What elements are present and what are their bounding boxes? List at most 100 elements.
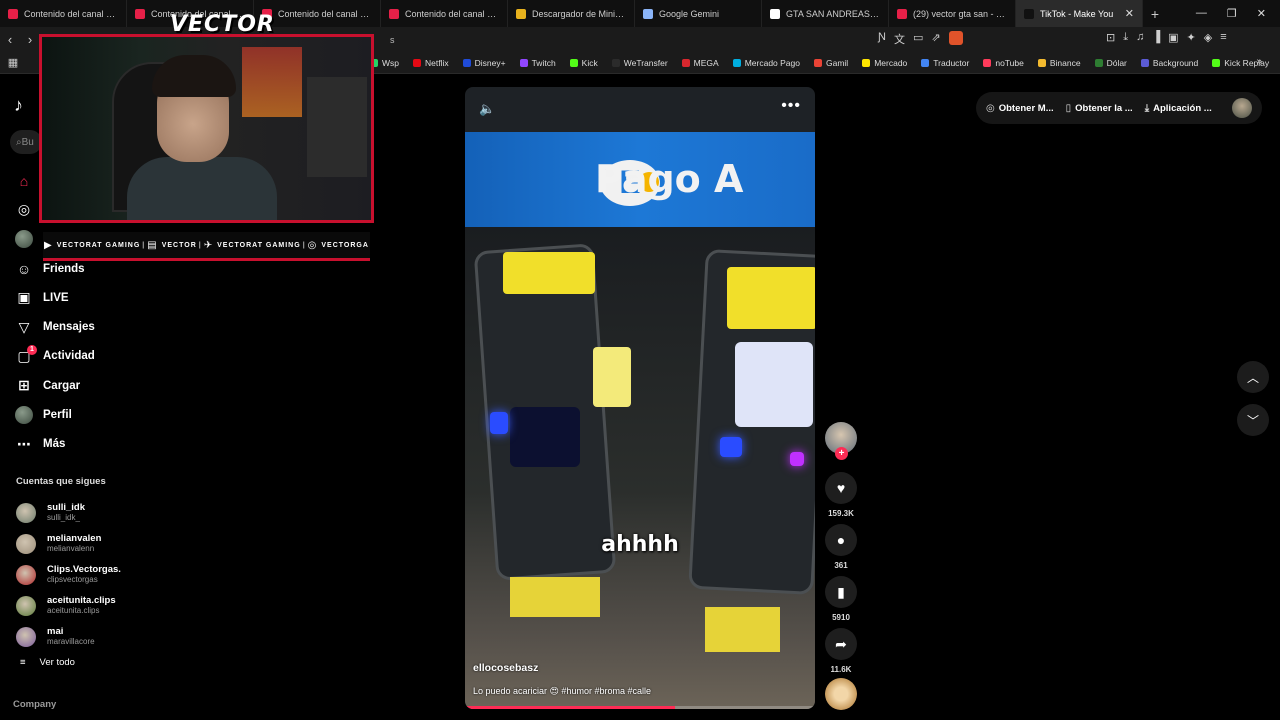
desktop-app-button[interactable]: ⤓ Aplicación ... <box>1145 103 1212 114</box>
bookmark-item[interactable]: Background <box>1140 58 1199 68</box>
browser-tab[interactable]: (29) vector gta san - YouT <box>889 0 1016 27</box>
followed-account[interactable]: aceitunita.clips aceitunita.clips <box>16 590 216 621</box>
next-video-button[interactable]: ﹀ <box>1237 404 1269 436</box>
leo-ai-icon[interactable]: ✦ <box>1187 31 1196 44</box>
download-icon[interactable]: ⤓ <box>1123 31 1128 44</box>
bookmark-item[interactable]: Netflix <box>413 58 449 68</box>
company-heading[interactable]: Company <box>13 699 56 710</box>
video-progress-bar[interactable] <box>465 706 815 709</box>
new-tab-button[interactable]: + <box>1143 6 1167 22</box>
video-description: Lo puedo acariciar 😍 #humor #broma #call… <box>473 686 651 696</box>
comment-icon[interactable]: ● <box>825 524 857 556</box>
bookmark-item[interactable]: MEGA <box>681 58 719 68</box>
tab-search-icon[interactable]: ⊡ <box>1106 31 1115 44</box>
get-coins-button[interactable]: ◎ Obtener M... <box>986 103 1054 114</box>
share-icon[interactable]: ⇗ <box>931 31 940 47</box>
bookmark-item[interactable]: WeTransfer <box>611 58 668 68</box>
browser-tab[interactable]: Contenido del canal - You <box>381 0 508 27</box>
social-separator: | <box>302 241 306 249</box>
following-avatar <box>14 229 34 249</box>
browser-tab[interactable]: GTA SAN ANDREAS BEN <box>762 0 889 27</box>
close-window-icon[interactable]: ✕ <box>1257 7 1266 20</box>
user-avatar[interactable] <box>1232 98 1252 118</box>
like-action[interactable]: ♥ 159.3K <box>825 472 857 518</box>
save-count: 5910 <box>832 613 850 622</box>
bookmark-label: Background <box>1152 58 1199 68</box>
get-app-button[interactable]: ▯ Obtener la ... <box>1066 103 1133 114</box>
see-all-link[interactable]: ≡ Ver todo <box>20 657 75 668</box>
browser-tab[interactable]: TikTok - Make You ✕ <box>1016 0 1143 27</box>
sidebar-item-label: Perfil <box>43 409 72 422</box>
heart-icon[interactable]: ♥ <box>825 472 857 504</box>
music-icon[interactable]: ♫ <box>1136 31 1144 44</box>
bookmark-item[interactable]: Kick <box>569 58 598 68</box>
tiktok-icon <box>1024 8 1034 19</box>
back-icon[interactable]: ‹ <box>0 32 20 47</box>
instagram-icon: ◎ <box>307 239 318 251</box>
social-handle: ◎ VECTORGA <box>308 240 369 251</box>
brave-shield-icon[interactable] <box>948 31 963 45</box>
followed-account[interactable]: mai maravillacore <box>16 621 216 652</box>
social-banner: ▶ VECTORAT GAMING | ▤ VECTOR | ✈ VECTORAT GAMIN… <box>43 232 370 261</box>
bookmark-item[interactable]: Gamil <box>814 58 848 68</box>
browser-tab[interactable]: Google Gemini <box>635 0 762 27</box>
menu-icon[interactable]: ≡ <box>1220 31 1226 44</box>
bookmark-item[interactable]: Twitch <box>519 58 556 68</box>
restore-icon[interactable]: ❐ <box>1227 7 1237 20</box>
more-options-icon[interactable]: ••• <box>781 97 801 115</box>
sidebar-item-cargar[interactable]: ⊞ Cargar <box>14 371 214 400</box>
tiktok-logo-icon[interactable]: ♪ <box>14 95 23 116</box>
video-player[interactable]: E Pago A ahhhh 🔈 ••• ellocosebasz Lo pue… <box>465 87 815 709</box>
streamer-body <box>127 157 277 220</box>
previous-video-button[interactable]: ︿ <box>1237 361 1269 393</box>
search-input[interactable]: ⌕ Bu <box>10 130 42 154</box>
forward-icon[interactable]: › <box>20 32 40 47</box>
music-disc[interactable] <box>825 678 857 710</box>
followed-account[interactable]: sulli_idk sulli_idk_ <box>16 497 216 528</box>
apps-grid-icon[interactable]: ▦ <box>0 56 26 69</box>
bookmark-item[interactable]: Mercado Pago <box>732 58 800 68</box>
social-label: VECTORAT GAMING <box>217 241 301 249</box>
comment-action[interactable]: ● 361 <box>825 524 857 570</box>
close-tab-icon[interactable]: ✕ <box>1121 7 1134 20</box>
sidebar-item-live[interactable]: ▣ LIVE <box>14 283 214 312</box>
cast-icon[interactable]: ▭ <box>913 31 923 47</box>
browser-tab[interactable]: Descargador de Miniatura <box>508 0 635 27</box>
volume-icon[interactable]: 🔈 <box>479 101 495 117</box>
translate-icon[interactable]: 文 <box>894 31 905 47</box>
sidebar-icon[interactable]: ▐ <box>1152 31 1160 44</box>
save-action[interactable]: ▮ 5910 <box>825 576 857 622</box>
follow-plus-icon[interactable]: + <box>835 447 848 460</box>
creator-avatar[interactable]: + <box>825 422 857 460</box>
url-text[interactable]: s <box>390 35 395 45</box>
bookmark-item[interactable]: Binance <box>1037 58 1081 68</box>
get-coins-label: Obtener M... <box>998 102 1054 114</box>
share-arrow-icon[interactable]: ➦ <box>825 628 857 660</box>
bookmark-label: Wsp <box>382 58 399 68</box>
browser-tab[interactable]: Contenido del canal - You <box>0 0 127 27</box>
sidebar-item-perfil[interactable]: Perfil <box>14 400 214 429</box>
bookmark-item[interactable]: Mercado <box>862 58 907 68</box>
house-icon <box>516 8 526 19</box>
share-action[interactable]: ➦ 11.6K <box>825 628 857 674</box>
bookmark-item[interactable]: Wsp <box>370 58 399 68</box>
video-author[interactable]: ellocosebasz <box>473 662 538 674</box>
notification-badge: 1 <box>27 344 37 355</box>
sidebar-item-actividad[interactable]: ▢ 1 Actividad <box>14 342 214 371</box>
followed-account[interactable]: melianvalen melianvalenn <box>16 528 216 559</box>
left-kiosk-base <box>510 577 600 617</box>
bookmark-item[interactable]: Dólar <box>1094 58 1127 68</box>
bookmark-icon[interactable]: ▮ <box>825 576 857 608</box>
bookmark-item[interactable]: Traductor <box>921 58 969 68</box>
minimize-icon[interactable]: — <box>1196 7 1207 20</box>
bookmarks-overflow-icon[interactable]: » <box>1256 56 1262 67</box>
bookmark-item[interactable]: noTube <box>983 58 1024 68</box>
bookmark-item[interactable]: Disney+ <box>462 58 506 68</box>
sidebar-item-ms[interactable]: ⋯ Más <box>14 430 214 459</box>
followed-account[interactable]: Clips.Vectorgas. clipsvectorgas <box>16 559 216 590</box>
sidebar-item-mensajes[interactable]: ▽ Mensajes <box>14 312 214 341</box>
bookmark-label: noTube <box>995 58 1024 68</box>
no-translate-icon[interactable]: Ɲ <box>878 31 886 47</box>
wallet-icon[interactable]: ▣ <box>1168 31 1178 44</box>
vpn-icon[interactable]: ◈ <box>1204 31 1212 44</box>
